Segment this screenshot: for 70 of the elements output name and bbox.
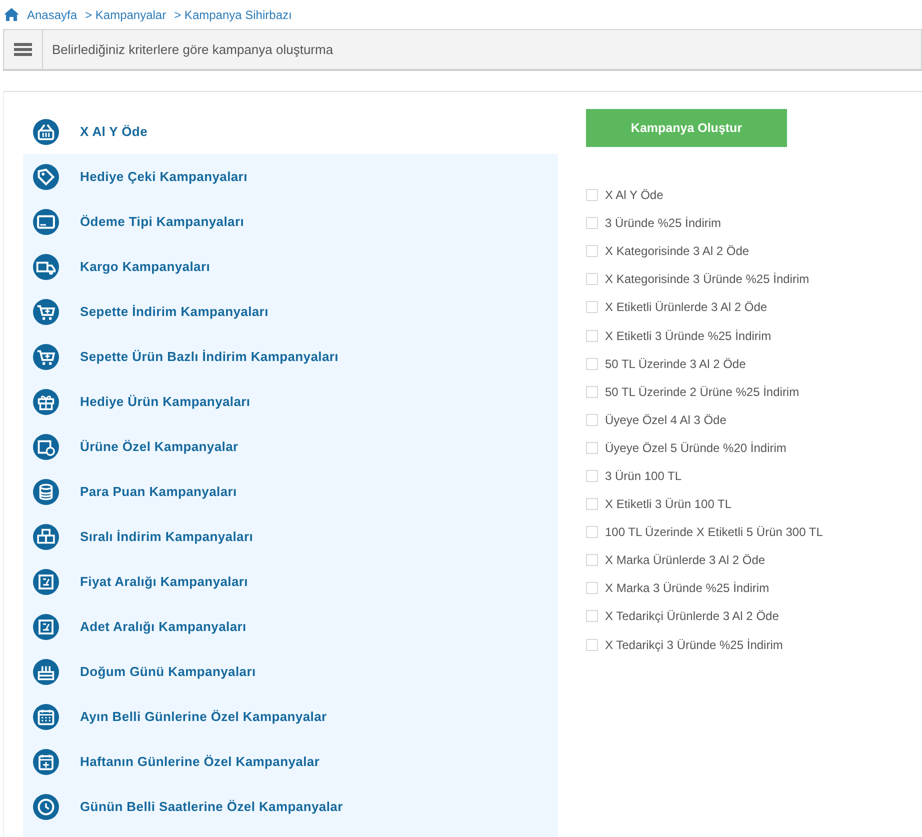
clock-icon [33, 794, 59, 820]
checkbox-label: X Etiketli 3 Üründe %25 İndirim [605, 328, 772, 343]
basket-icon [33, 118, 59, 144]
checkbox[interactable] [586, 526, 598, 538]
campaign-type-item[interactable]: Haftanın Günlerine Özel Kampanyalar [23, 739, 558, 784]
campaign-type-item[interactable]: Günün Belli Saatlerine Özel Kampanyalar [23, 784, 558, 829]
campaign-type-item[interactable]: Sepette Ürün Bazlı İndirim Kampanyaları [23, 334, 558, 379]
checkbox-label: 3 Üründe %25 İndirim [605, 216, 722, 230]
checkbox-label: X Etiketli 3 Ürün 100 TL [605, 497, 732, 512]
campaign-type-item[interactable]: Ayın Belli Günlerine Özel Kampanyalar [23, 694, 558, 739]
page-subtitle: Belirlediğiniz kriterlere göre kampanya oluşturma [52, 42, 334, 57]
breadcrumb-link[interactable]: Anasayfa [27, 8, 78, 22]
home-icon[interactable] [4, 8, 19, 21]
campaign-type-item[interactable]: Ürüne Özel Kampanyalar [23, 424, 558, 469]
checkbox-label: 50 TL Üzerinde 2 Ürüne %25 İndirim [605, 384, 800, 399]
checkbox[interactable] [586, 358, 598, 370]
tag-icon [33, 164, 59, 190]
campaign-type-item[interactable]: Para Puan Kampanyaları [23, 469, 558, 514]
truck-icon [33, 254, 59, 280]
boxes-icon [33, 524, 59, 550]
checkbox[interactable] [586, 638, 598, 651]
menu-icon[interactable] [14, 43, 32, 56]
checkbox-label: X Kategorisinde 3 Al 2 Öde [605, 244, 750, 258]
campaign-type-item[interactable]: Hediye Çeki Kampanyaları [23, 154, 558, 199]
checkbox[interactable] [586, 498, 598, 510]
cart-icon [33, 344, 59, 370]
checkbox-label: X Al Y Öde [605, 188, 664, 202]
coin-stack-icon [33, 478, 59, 504]
checkbox-label: 100 TL Üzerinde X Etiketli 5 Ürün 300 TL [605, 525, 823, 540]
checkbox-label: 3 Ürün 100 TL [605, 468, 682, 483]
checkbox-label: X Kategorisinde 3 Üründe %25 İndirim [605, 272, 810, 286]
gift-icon [33, 388, 59, 414]
checkbox[interactable] [586, 245, 598, 258]
cake-icon [33, 658, 59, 684]
checkbox[interactable] [586, 273, 598, 286]
campaign-type-item[interactable]: Kargo Kampanyaları [23, 244, 558, 289]
checkbox-label: X Marka 3 Üründe %25 İndirim [605, 581, 770, 596]
checkbox-label: X Etiketli Ürünlerde 3 Al 2 Öde [605, 300, 768, 314]
checkbox[interactable] [586, 442, 598, 454]
campaign-type-item[interactable]: Ödeme Tipi Kampanyaları [23, 199, 558, 244]
checkbox-label: X Marka Ürünlerde 3 Al 2 Öde [605, 553, 766, 568]
checkbox[interactable] [586, 217, 598, 230]
checkbox-label: X Tedarikçi Ürünlerde 3 Al 2 Öde [605, 609, 779, 624]
cart-icon [33, 298, 59, 324]
campaign-type-item[interactable]: Fiyat Aralığı Kampanyaları [23, 559, 558, 604]
calendar-icon [33, 704, 59, 730]
campaign-type-item[interactable]: Sıralı İndirim Kampanyaları [23, 514, 558, 559]
box-icon [33, 434, 59, 460]
checkbox[interactable] [586, 301, 598, 314]
campaign-type-item[interactable]: Doğum Günü Kampanyaları [23, 649, 558, 694]
checkbox[interactable] [586, 582, 598, 594]
campaign-type-item[interactable]: Sepette İndirim Kampanyaları [23, 289, 558, 334]
checkbox-label: Üyeye Özel 4 Al 3 Öde [605, 412, 726, 427]
checkbox[interactable] [586, 189, 598, 202]
campaign-type-item[interactable]: Adet Aralığı Kampanyaları [23, 604, 558, 649]
breadcrumb-link[interactable]: > Kampanya Sihirbazı [174, 8, 292, 22]
checkbox[interactable] [586, 330, 598, 342]
checkbox[interactable] [586, 554, 598, 566]
breadcrumb-link[interactable]: > Kampanyalar [85, 8, 166, 22]
checkbox[interactable] [586, 610, 598, 622]
checkbox-label: 50 TL Üzerinde 3 Al 2 Öde [605, 356, 746, 371]
card-icon [33, 208, 59, 234]
checkbox[interactable] [586, 386, 598, 398]
checkbox[interactable] [586, 470, 598, 482]
checkbox-label: Üyeye Özel 5 Üründe %20 İndirim [605, 440, 786, 455]
checkbox[interactable] [586, 414, 598, 426]
calendar-icon [33, 748, 59, 774]
campaign-type-item[interactable]: X Al Y Öde [23, 109, 558, 154]
checkbox-label: X Tedarikçi 3 Üründe %25 İndirim [605, 638, 783, 652]
campaign-type-item[interactable]: Hediye Ürün Kampanyaları [23, 379, 558, 424]
